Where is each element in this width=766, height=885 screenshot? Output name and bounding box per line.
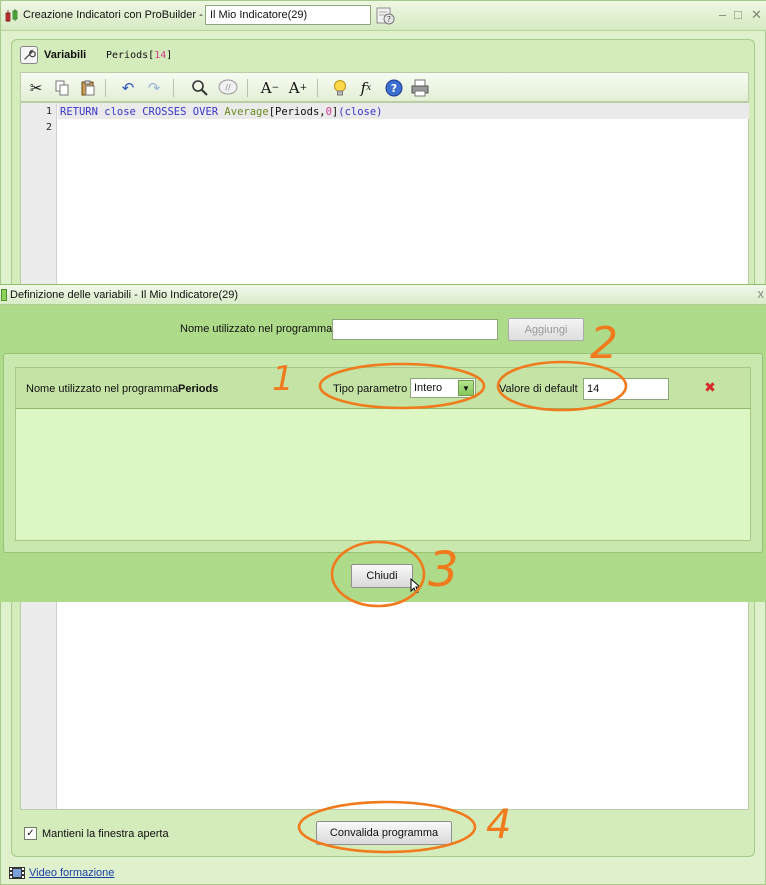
font-decrease-icon[interactable]: A −: [259, 77, 281, 99]
default-value-input[interactable]: 14: [583, 378, 669, 400]
film-icon: [9, 867, 25, 879]
dialog-close-icon[interactable]: x: [758, 286, 765, 301]
keep-open-label: Mantieni la finestra aperta: [42, 828, 169, 840]
parameter-type-value: Intero: [414, 382, 443, 394]
document-help-icon[interactable]: ?: [375, 6, 395, 26]
search-icon[interactable]: [189, 77, 211, 99]
function-icon[interactable]: fx: [355, 77, 377, 99]
line-number: 1: [45, 106, 52, 117]
close-dialog-button[interactable]: Chiudi: [351, 564, 413, 588]
mouse-cursor-icon: [410, 578, 420, 594]
default-value-label: Valore di default: [499, 383, 578, 395]
dialog-app-icon: [1, 289, 7, 301]
validate-program-button[interactable]: Convalida programma: [316, 821, 452, 845]
copy-icon[interactable]: [51, 77, 73, 99]
help-icon[interactable]: ?: [383, 77, 405, 99]
minimize-button[interactable]: –: [719, 7, 726, 22]
parameter-type-select[interactable]: Intero ▼: [410, 378, 476, 398]
chevron-down-icon[interactable]: ▼: [458, 380, 474, 396]
line-number: 2: [45, 122, 52, 133]
toolbar-separator: [173, 79, 174, 97]
video-training-link[interactable]: Video formazione: [29, 867, 114, 879]
dialog-title-bar: Definizione delle variabili - Il Mio Ind…: [0, 285, 766, 305]
variables-list-panel: Nome utilizzato nel programma Periods Ti…: [3, 353, 763, 553]
indicator-name-field[interactable]: Il Mio Indicatore(29): [205, 5, 371, 25]
toolbar-separator: [317, 79, 318, 97]
variable-name: Periods: [178, 383, 219, 395]
svg-text://: //: [225, 83, 231, 92]
variable-name-label: Nome utilizzato nel programma: [26, 383, 179, 395]
new-variable-name-label: Nome utilizzato nel programma: [180, 323, 333, 335]
variables-button[interactable]: Variabili: [44, 49, 86, 61]
svg-text:?: ?: [391, 82, 397, 95]
print-icon[interactable]: [409, 77, 431, 99]
paste-icon[interactable]: [77, 77, 99, 99]
title-bar: Creazione Indicatori con ProBuilder - Il…: [1, 1, 766, 31]
window-title: Creazione Indicatori con ProBuilder -: [23, 9, 203, 21]
toolbar-separator: [247, 79, 248, 97]
editor-toolbar: ✂ ↶ ↷ // A − A + fx ?: [20, 72, 749, 102]
font-increase-icon[interactable]: A +: [287, 77, 309, 99]
parameter-type-label: Tipo parametro: [333, 383, 408, 395]
wrench-icon[interactable]: [20, 46, 38, 64]
toolbar-separator: [105, 79, 106, 97]
lightbulb-icon[interactable]: [329, 77, 351, 99]
cut-icon[interactable]: ✂: [25, 77, 47, 99]
svg-text:?: ?: [387, 15, 391, 24]
new-variable-name-input[interactable]: [332, 319, 498, 340]
undo-icon[interactable]: ↶: [117, 77, 139, 99]
comment-icon[interactable]: //: [217, 77, 239, 99]
chart-app-icon: [5, 9, 18, 22]
dialog-title: Definizione delle variabili - Il Mio Ind…: [10, 289, 239, 301]
close-window-button[interactable]: ✕: [751, 7, 762, 23]
add-variable-button[interactable]: Aggiungi: [508, 318, 584, 341]
maximize-button[interactable]: □: [734, 7, 742, 22]
redo-icon[interactable]: ↷: [143, 77, 165, 99]
variable-row: Nome utilizzato nel programma Periods Ti…: [15, 367, 751, 409]
keep-open-checkbox[interactable]: ✓: [24, 827, 37, 840]
code-line-1[interactable]: RETURN close CROSSES OVER Average[Period…: [60, 106, 383, 118]
variables-empty-area: [15, 409, 751, 541]
variables-dialog: Definizione delle variabili - Il Mio Ind…: [0, 284, 766, 602]
variables-summary: Periods[14]: [106, 50, 173, 61]
delete-variable-icon[interactable]: ✖: [702, 379, 718, 395]
